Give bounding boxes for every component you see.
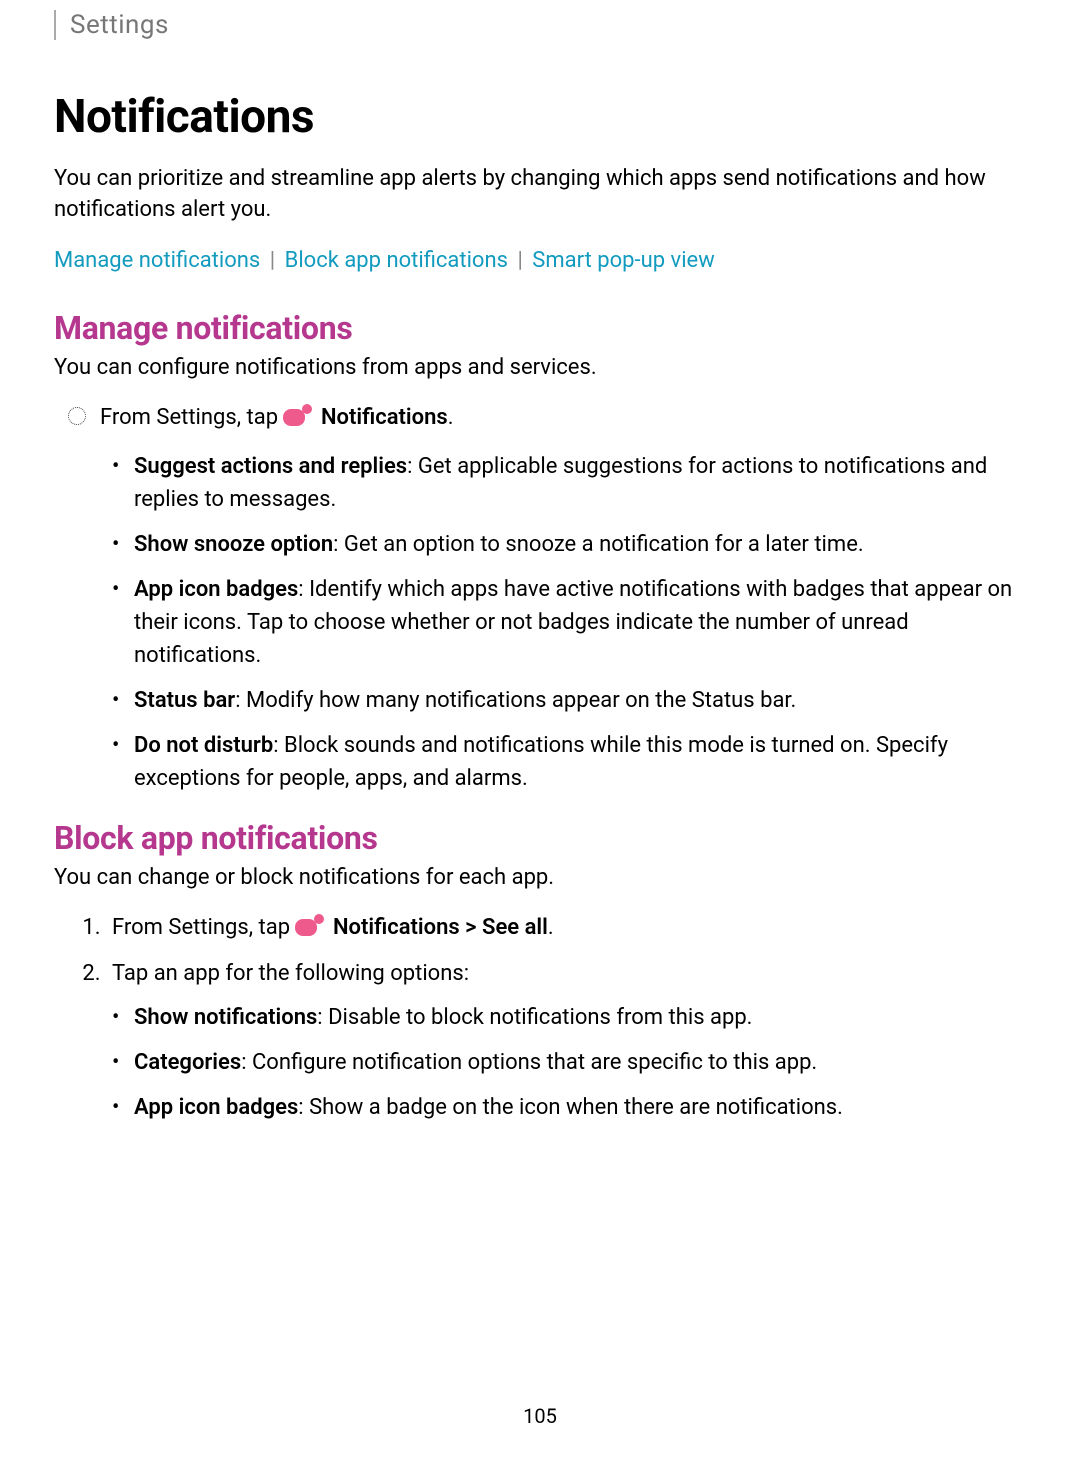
anchor-links: Manage notifications | Block app notific… (54, 248, 1026, 273)
option-term: Show notifications (134, 1005, 317, 1030)
option-term: App icon badges (134, 577, 298, 602)
step-item: From Settings, tap Notifications > See a… (106, 910, 1026, 950)
option-term: Status bar (134, 688, 235, 713)
option-item: Suggest actions and replies: Get applica… (112, 450, 1026, 516)
intro-text: You can prioritize and streamline app al… (54, 164, 1026, 226)
steps-list: From Settings, tap Notifications > See a… (54, 910, 1026, 991)
link-separator: | (517, 248, 522, 273)
step-item: Tap an app for the following options: (106, 956, 1026, 991)
option-desc: : Get an option to snooze a notification… (333, 532, 864, 557)
page-number: 105 (54, 1404, 1026, 1428)
link-manage-notifications[interactable]: Manage notifications (54, 248, 260, 273)
notifications-icon (294, 913, 326, 950)
link-separator: | (270, 248, 275, 273)
section-intro-manage: You can configure notifications from app… (54, 355, 1026, 380)
page-title: Notifications (54, 90, 1026, 144)
section-heading-block: Block app notifications (54, 819, 1026, 857)
step-bold: Notifications > See all (333, 915, 548, 940)
option-term: App icon badges (134, 1095, 298, 1120)
option-item: App icon badges: Show a badge on the ico… (112, 1091, 1026, 1124)
option-term: Suggest actions and replies (134, 454, 407, 479)
section-intro-block: You can change or block notifications fo… (54, 865, 1026, 890)
instruction-item: From Settings, tap Notifications. (54, 400, 1026, 440)
option-item: Status bar: Modify how many notification… (112, 684, 1026, 717)
options-list-block: Show notifications: Disable to block not… (54, 1001, 1026, 1124)
option-item: App icon badges: Identify which apps hav… (112, 573, 1026, 672)
ring-bullet-icon (68, 407, 86, 425)
link-block-app-notifications[interactable]: Block app notifications (285, 248, 508, 273)
breadcrumb: Settings (70, 10, 169, 40)
instruction-prefix: From Settings, tap (100, 405, 284, 430)
option-item: Show notifications: Disable to block not… (112, 1001, 1026, 1034)
option-desc: : Disable to block notifications from th… (317, 1005, 752, 1030)
option-desc: : Configure notification options that ar… (241, 1050, 817, 1075)
option-item: Categories: Configure notification optio… (112, 1046, 1026, 1079)
step-text: Tap an app for the following options: (112, 961, 469, 986)
option-desc: : Modify how many notifications appear o… (235, 688, 796, 713)
breadcrumb-wrap: Settings (54, 10, 1026, 40)
notifications-icon (282, 403, 314, 440)
option-term: Show snooze option (134, 532, 333, 557)
instruction-suffix: . (448, 405, 454, 430)
section-heading-manage: Manage notifications (54, 309, 1026, 347)
step-suffix: . (548, 915, 554, 940)
option-item: Show snooze option: Get an option to sno… (112, 528, 1026, 561)
instruction-bold: Notifications (321, 405, 448, 430)
instruction-list: From Settings, tap Notifications. (54, 400, 1026, 440)
option-item: Do not disturb: Block sounds and notific… (112, 729, 1026, 795)
options-list-manage: Suggest actions and replies: Get applica… (54, 450, 1026, 795)
link-smart-popup-view[interactable]: Smart pop-up view (532, 248, 714, 273)
option-term: Do not disturb (134, 733, 273, 758)
option-desc: : Show a badge on the icon when there ar… (298, 1095, 843, 1120)
step-prefix: From Settings, tap (112, 915, 296, 940)
option-term: Categories (134, 1050, 241, 1075)
